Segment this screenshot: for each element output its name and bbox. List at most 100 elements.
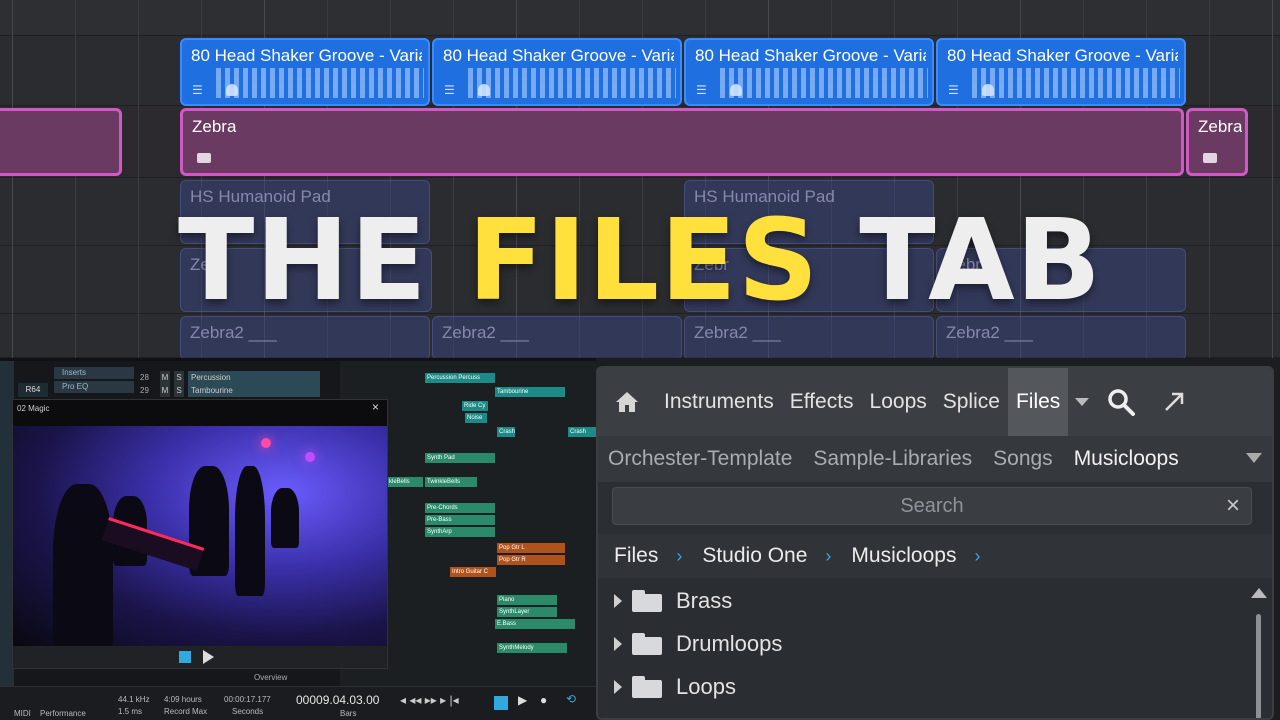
breadcrumb-studio-one[interactable]: Studio One — [702, 544, 807, 568]
mini-clip[interactable]: SynthLayer — [497, 607, 557, 617]
chevron-right-icon: › — [676, 545, 683, 566]
overview-label[interactable]: Overview — [254, 673, 287, 682]
zebra2-mid-clip[interactable]: Zebr — [936, 248, 1186, 312]
folder-row-drumloops[interactable]: Drumloops — [614, 629, 782, 659]
clip-title: 80 Head Shaker Groove - Varia — [443, 46, 674, 65]
search-icon[interactable] — [1096, 368, 1146, 436]
audio-icon — [1203, 153, 1217, 163]
mini-clip[interactable]: Pre-Chords — [425, 503, 495, 513]
zebra-clip[interactable]: Zebra — [180, 108, 1184, 176]
breadcrumb-files[interactable]: Files — [614, 544, 658, 568]
folder-row-brass[interactable]: Brass — [614, 586, 732, 616]
scroll-thumb[interactable] — [1256, 614, 1261, 718]
mini-clip[interactable]: Tambourine — [495, 387, 565, 397]
record-icon[interactable]: ● — [540, 693, 547, 707]
zebra2-clip[interactable]: Zebra2 ___ — [180, 316, 430, 358]
groove-clip[interactable]: 80 Head Shaker Groove - Varia ☰ — [684, 38, 934, 106]
chevron-down-icon[interactable] — [1246, 453, 1262, 463]
solo-button[interactable]: S — [174, 371, 184, 384]
drummer-silhouette — [271, 488, 299, 548]
breadcrumb-musicloops[interactable]: Musicloops — [851, 544, 956, 568]
mini-clip[interactable]: SynthArp — [425, 527, 495, 537]
mini-clip[interactable]: Intro Guitar C — [450, 567, 496, 577]
zebra2-clip[interactable]: Zebra2 ___ — [684, 316, 934, 358]
mini-clip[interactable]: Ride Cy — [462, 401, 488, 411]
mini-clip[interactable]: TwinkleBells — [425, 477, 477, 487]
location-songs[interactable]: Songs — [993, 447, 1053, 471]
mute-button[interactable]: M — [160, 371, 170, 384]
expand-arrow-icon[interactable] — [614, 637, 622, 651]
loop-icon[interactable]: ⟲ — [566, 692, 576, 706]
zebra2-mid-clip[interactable]: Zebr — [684, 248, 934, 312]
folder-icon — [632, 590, 662, 612]
clip-title: Zebr — [694, 255, 729, 274]
play-button[interactable] — [203, 650, 214, 664]
expand-arrow-icon[interactable] — [614, 594, 622, 608]
expand-icon[interactable] — [1146, 368, 1202, 436]
chevron-right-icon[interactable]: › — [974, 546, 980, 567]
mini-clip[interactable]: Pre-Bass — [425, 515, 495, 525]
mini-clip[interactable]: Pop Gtr R — [497, 555, 565, 565]
search-input[interactable] — [612, 487, 1252, 525]
mini-clip[interactable]: SynthMelody — [497, 643, 567, 653]
video-window[interactable]: 02 Magic × — [12, 399, 388, 669]
tab-loops[interactable]: Loops — [862, 368, 935, 436]
tab-files[interactable]: Files — [1007, 368, 1069, 436]
tab-splice[interactable]: Splice — [935, 368, 1008, 436]
mute-button[interactable]: M — [160, 384, 170, 397]
pattern-icon — [226, 84, 238, 96]
zebra-clip-left[interactable] — [0, 108, 122, 176]
video-title: 02 Magic — [17, 404, 50, 413]
mini-clip[interactable]: Pop Gtr L — [497, 543, 565, 553]
pad-clip[interactable]: HS Humanoid Pad — [684, 180, 934, 244]
pro-eq-label[interactable]: Pro EQ — [54, 381, 134, 393]
clip-title: Zebr — [190, 255, 225, 274]
pattern-notes — [216, 68, 424, 98]
solo-button[interactable]: S — [174, 384, 184, 397]
zebra-clip-end[interactable]: Zebra — [1186, 108, 1248, 176]
mini-clip[interactable]: Crash — [568, 427, 596, 437]
groove-clip[interactable]: 80 Head Shaker Groove - Varia ☰ — [936, 38, 1186, 106]
zebra2-clip[interactable]: Zebra2 ___ — [432, 316, 682, 358]
track-number: 29 — [140, 386, 149, 395]
inserts-label[interactable]: Inserts — [54, 367, 134, 379]
groove-clip[interactable]: 80 Head Shaker Groove - Varia ☰ — [432, 38, 682, 106]
clip-title: 80 Head Shaker Groove - Varia — [191, 46, 422, 65]
mini-clip[interactable]: kleBells — [387, 477, 423, 487]
play-icon[interactable]: ▶ — [518, 693, 527, 707]
track-row[interactable]: 29 M S Tambourine — [140, 384, 320, 397]
tab-effects[interactable]: Effects — [782, 368, 862, 436]
sample-rate: 44.1 kHz — [118, 695, 150, 704]
mini-clip[interactable]: Crash — [497, 427, 515, 437]
stop-button[interactable] — [494, 696, 508, 710]
expand-arrow-icon[interactable] — [614, 680, 622, 694]
location-orchester-template[interactable]: Orchester-Template — [608, 447, 792, 471]
pad-clip[interactable]: HS Humanoid Pad — [180, 180, 430, 244]
groove-clip[interactable]: 80 Head Shaker Groove - Varia ☰ — [180, 38, 430, 106]
folder-row-loops[interactable]: Loops — [614, 672, 736, 702]
tab-instruments[interactable]: Instruments — [656, 368, 782, 436]
clear-icon[interactable]: × — [1226, 492, 1240, 520]
clip-title: Zebr — [946, 255, 981, 274]
mini-clip[interactable]: Synth Pad — [425, 453, 495, 463]
browser-panel: Instruments Effects Loops Splice Files O… — [596, 366, 1274, 720]
zebra2-mid-clip[interactable]: Zebr — [180, 248, 432, 312]
home-icon[interactable] — [598, 368, 656, 436]
track-row[interactable]: 28 M S Percussion — [140, 371, 320, 384]
pattern-icon — [982, 84, 994, 96]
record-max-label: Record Max — [164, 707, 208, 716]
mini-clip[interactable]: Piano — [497, 595, 557, 605]
mini-clip[interactable]: Percussion Percuss — [425, 373, 495, 383]
seconds-value: 00:00:17.177 — [224, 695, 271, 704]
stop-button[interactable] — [179, 651, 191, 663]
location-sample-libraries[interactable]: Sample-Libraries — [813, 447, 972, 471]
chevron-down-icon[interactable] — [1068, 368, 1096, 436]
close-icon[interactable]: × — [372, 400, 379, 414]
mini-clip[interactable]: Noise — [465, 413, 487, 423]
scrollbar[interactable] — [1246, 580, 1272, 718]
scroll-up-icon[interactable] — [1251, 588, 1267, 598]
zebra2-clip[interactable]: Zebra2 ___ — [936, 316, 1186, 358]
rewind-icon[interactable]: ◂ ◂◂ ▸▸ ▸ |◂ — [400, 693, 459, 707]
location-musicloops[interactable]: Musicloops — [1074, 447, 1179, 471]
mini-clip[interactable]: E.Bass — [495, 619, 575, 629]
